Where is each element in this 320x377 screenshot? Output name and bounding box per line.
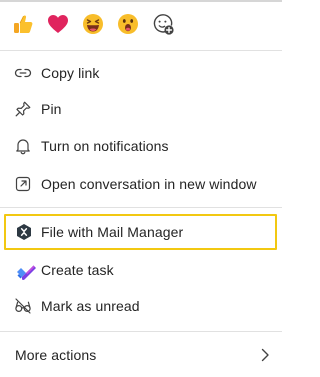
menu-top-edge <box>0 0 282 2</box>
pin-label: Pin <box>41 101 62 117</box>
mark-as-unread-menu-item[interactable]: Mark as unread <box>0 289 282 323</box>
open-window-icon <box>14 175 32 193</box>
mail-manager-icon <box>15 223 33 241</box>
pin-icon <box>14 100 32 118</box>
laughing-emoji[interactable] <box>80 11 106 37</box>
open-new-window-menu-item[interactable]: Open conversation in new window <box>0 167 282 201</box>
divider <box>0 50 282 51</box>
planner-icon <box>15 260 37 282</box>
surprised-emoji[interactable] <box>115 11 141 37</box>
link-icon <box>14 64 32 82</box>
create-task-menu-item[interactable]: Create task <box>0 253 282 287</box>
copy-link-label: Copy link <box>41 65 100 81</box>
create-task-label: Create task <box>41 262 114 278</box>
divider <box>0 331 282 332</box>
heart-emoji[interactable] <box>45 11 71 37</box>
chevron-right-icon <box>260 348 270 362</box>
mail-manager-label: File with Mail Manager <box>41 224 184 240</box>
open-new-window-label: Open conversation in new window <box>41 176 257 192</box>
divider <box>0 207 282 208</box>
notifications-label: Turn on notifications <box>41 138 169 154</box>
mark-as-unread-label: Mark as unread <box>41 298 140 314</box>
reactions-bar <box>10 9 185 39</box>
copy-link-menu-item[interactable]: Copy link <box>0 56 282 90</box>
glasses-off-icon <box>14 297 32 315</box>
add-reaction-icon[interactable] <box>150 11 176 37</box>
bell-icon <box>14 137 32 155</box>
thumbs-up-emoji[interactable] <box>10 11 36 37</box>
pin-menu-item[interactable]: Pin <box>0 92 282 126</box>
file-with-mail-manager-menu-item[interactable]: File with Mail Manager <box>0 215 282 249</box>
more-actions-label: More actions <box>15 347 97 363</box>
more-actions-menu-item[interactable]: More actions <box>0 338 282 372</box>
notifications-menu-item[interactable]: Turn on notifications <box>0 129 282 163</box>
